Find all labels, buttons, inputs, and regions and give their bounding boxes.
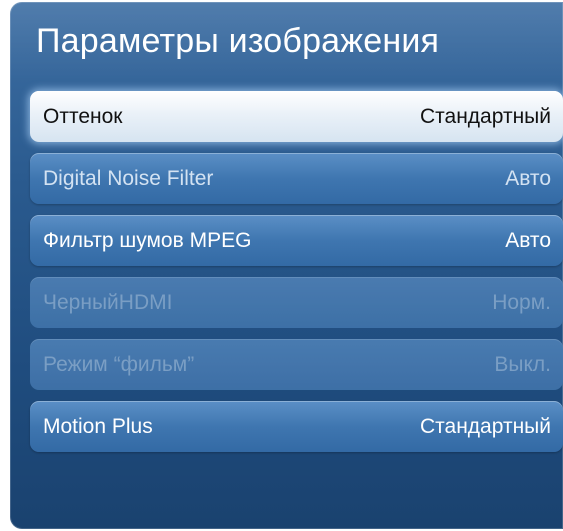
option-value: Норм. (492, 290, 551, 314)
option-value: Авто (505, 166, 551, 190)
option-label: Режим “фильм” (43, 352, 195, 376)
panel-title: Параметры изображения (36, 22, 440, 60)
option-label: ЧерныйHDMI (43, 290, 173, 314)
option-film-mode: Режим “фильм” Выкл. (30, 339, 563, 390)
option-label: Digital Noise Filter (43, 166, 214, 190)
option-label: Оттенок (43, 104, 123, 128)
options-list: Оттенок Стандартный Digital Noise Filter… (30, 91, 563, 463)
option-tint[interactable]: Оттенок Стандартный (30, 91, 563, 142)
option-digital-noise-filter[interactable]: Digital Noise Filter Авто (30, 153, 563, 204)
picture-options-panel: Параметры изображения Оттенок Стандартны… (10, 2, 563, 529)
option-value: Выкл. (494, 352, 551, 376)
option-motion-plus[interactable]: Motion Plus Стандартный (30, 401, 563, 452)
option-label: Фильтр шумов MPEG (43, 228, 252, 252)
option-value: Стандартный (419, 414, 551, 438)
option-label: Motion Plus (43, 414, 153, 438)
option-value: Авто (505, 228, 551, 252)
option-value: Стандартный (419, 104, 551, 128)
option-mpeg-noise-filter[interactable]: Фильтр шумов MPEG Авто (30, 215, 563, 266)
option-hdmi-black-level: ЧерныйHDMI Норм. (30, 277, 563, 328)
